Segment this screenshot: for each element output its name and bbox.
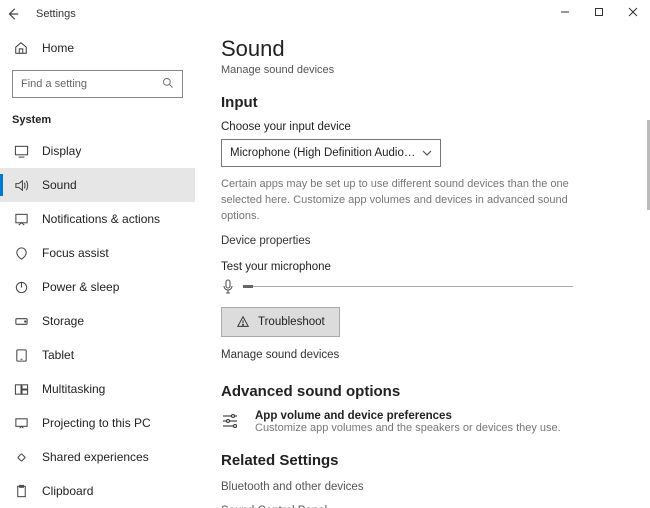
display-icon xyxy=(12,144,30,159)
sidebar-item-label: Power & sleep xyxy=(42,280,119,294)
power-icon xyxy=(12,280,30,295)
window-controls xyxy=(548,0,650,24)
search-placeholder: Find a setting xyxy=(21,78,87,90)
back-button[interactable] xyxy=(6,7,30,21)
sidebar-item-label: Display xyxy=(42,144,81,158)
minimize-button[interactable] xyxy=(548,0,582,24)
app-volume-icon xyxy=(221,412,243,430)
app-volume-title: App volume and device preferences xyxy=(255,410,561,422)
sidebar-item-label: Shared experiences xyxy=(42,450,149,464)
notifications-icon xyxy=(12,212,30,227)
advanced-heading: Advanced sound options xyxy=(221,383,630,400)
search-input[interactable]: Find a setting xyxy=(12,70,183,98)
clipboard-icon xyxy=(12,484,30,499)
sidebar-home[interactable]: Home xyxy=(0,32,195,64)
input-help-text: Certain apps may be set up to use differ… xyxy=(221,177,591,225)
arrow-left-icon xyxy=(6,7,20,21)
related-heading: Related Settings xyxy=(221,452,630,469)
sidebar-item-notifications[interactable]: Notifications & actions xyxy=(0,202,195,236)
warning-icon xyxy=(236,315,250,329)
related-link-bluetooth[interactable]: Bluetooth and other devices xyxy=(221,481,630,493)
input-heading: Input xyxy=(221,94,630,111)
tablet-icon xyxy=(12,348,30,363)
sidebar-item-label: Focus assist xyxy=(42,246,109,260)
sidebar: Home Find a setting System Display Sound… xyxy=(0,28,195,508)
maximize-button[interactable] xyxy=(582,0,616,24)
sidebar-item-display[interactable]: Display xyxy=(0,134,195,168)
mic-level-bar xyxy=(243,286,573,287)
microphone-icon xyxy=(221,279,235,295)
close-button[interactable] xyxy=(616,0,650,24)
search-icon xyxy=(162,77,174,89)
sidebar-item-multitasking[interactable]: Multitasking xyxy=(0,372,195,406)
app-volume-prefs[interactable]: App volume and device preferences Custom… xyxy=(221,410,630,434)
sidebar-item-label: Storage xyxy=(42,314,84,328)
storage-icon xyxy=(12,314,30,329)
troubleshoot-label: Troubleshoot xyxy=(258,316,325,328)
choose-input-label: Choose your input device xyxy=(221,121,630,133)
window-title: Settings xyxy=(36,8,76,20)
sidebar-home-label: Home xyxy=(42,41,74,55)
sidebar-item-clipboard[interactable]: Clipboard xyxy=(0,474,195,508)
dropdown-value: Microphone (High Definition Audio… xyxy=(230,147,415,159)
sidebar-item-projecting[interactable]: Projecting to this PC xyxy=(0,406,195,440)
sound-icon xyxy=(12,178,30,193)
multitasking-icon xyxy=(12,382,30,397)
input-device-dropdown[interactable]: Microphone (High Definition Audio… xyxy=(221,139,441,167)
sidebar-item-sound[interactable]: Sound xyxy=(0,168,195,202)
sidebar-item-focus-assist[interactable]: Focus assist xyxy=(0,236,195,270)
device-properties-link[interactable]: Device properties xyxy=(221,235,630,247)
main-content: Sound Manage sound devices Input Choose … xyxy=(195,28,650,508)
sidebar-item-shared[interactable]: Shared experiences xyxy=(0,440,195,474)
sidebar-item-label: Multitasking xyxy=(42,382,105,396)
titlebar: Settings xyxy=(0,0,650,28)
mic-test-row xyxy=(221,279,630,295)
sidebar-section: System xyxy=(0,108,195,134)
sidebar-item-label: Clipboard xyxy=(42,484,93,498)
page-subtitle[interactable]: Manage sound devices xyxy=(221,64,630,76)
sidebar-item-label: Projecting to this PC xyxy=(42,416,151,430)
sidebar-item-power[interactable]: Power & sleep xyxy=(0,270,195,304)
sidebar-item-storage[interactable]: Storage xyxy=(0,304,195,338)
app-volume-sub: Customize app volumes and the speakers o… xyxy=(255,422,561,434)
sidebar-item-label: Notifications & actions xyxy=(42,212,160,226)
troubleshoot-button[interactable]: Troubleshoot xyxy=(221,307,340,337)
manage-sound-devices-link[interactable]: Manage sound devices xyxy=(221,349,630,361)
sidebar-item-label: Sound xyxy=(42,178,77,192)
chevron-down-icon xyxy=(422,148,432,158)
projecting-icon xyxy=(12,416,30,431)
page-title: Sound xyxy=(221,36,630,62)
sidebar-item-tablet[interactable]: Tablet xyxy=(0,338,195,372)
test-mic-label: Test your microphone xyxy=(221,261,630,273)
focus-assist-icon xyxy=(12,246,30,261)
sidebar-item-label: Tablet xyxy=(42,348,74,362)
home-icon xyxy=(12,41,30,55)
shared-icon xyxy=(12,450,30,465)
